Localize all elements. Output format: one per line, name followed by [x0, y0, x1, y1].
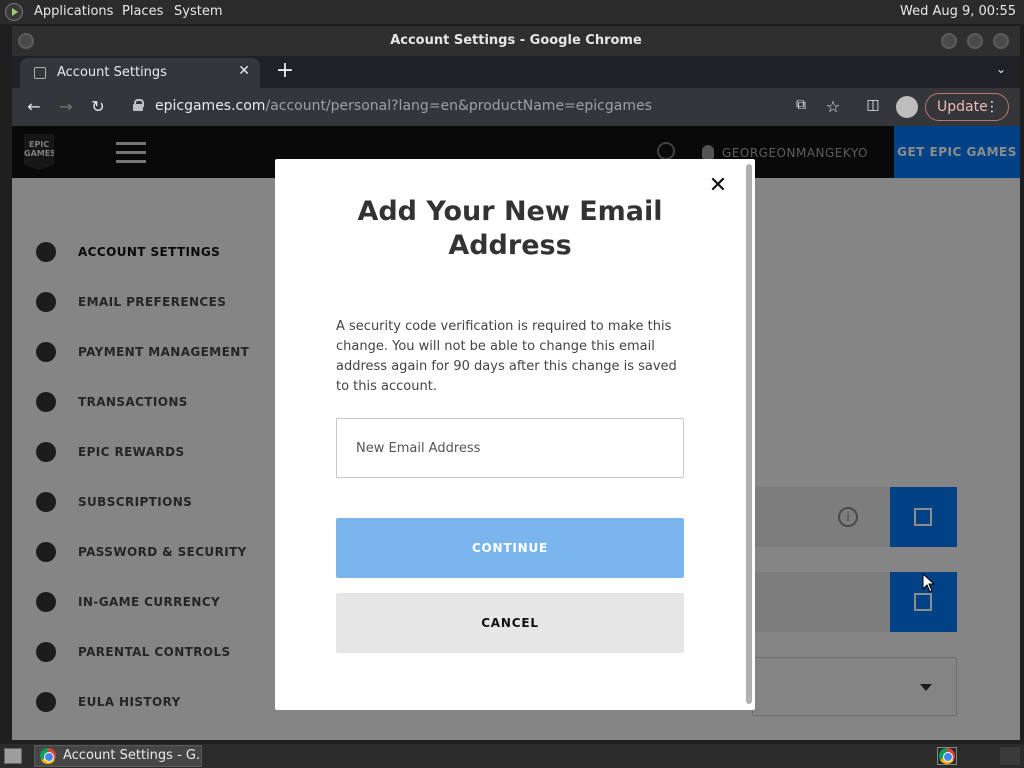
browser-toolbar: ← → ↻ epicgames.com/account/personal?lan…: [12, 88, 1020, 126]
taskbar-item-label: Account Settings - G...: [63, 748, 202, 763]
url-path: /account/personal?lang=en&productName=ep…: [265, 98, 652, 114]
chrome-icon: [40, 748, 56, 764]
close-icon[interactable]: ✕: [708, 175, 728, 197]
reload-icon[interactable]: ↻: [88, 97, 108, 116]
new-email-input[interactable]: [336, 418, 684, 478]
taskbar: Account Settings - G...: [0, 744, 1024, 768]
modal-scrollbar[interactable]: [746, 164, 752, 704]
forward-arrow-icon[interactable]: →: [56, 97, 76, 116]
close-window-button[interactable]: [993, 33, 1009, 49]
new-tab-button[interactable]: +: [272, 58, 298, 84]
add-email-modal: ✕ Add Your New Email Address A security …: [275, 159, 755, 710]
tab-strip: Account Settings ✕ + ⌄: [12, 56, 1020, 88]
profile-avatar-icon[interactable]: [896, 96, 918, 118]
chrome-menu-icon[interactable]: ⋮: [985, 94, 999, 120]
tab-title: Account Settings: [57, 65, 167, 80]
gnome-foot-icon[interactable]: [5, 3, 23, 21]
panel-clock[interactable]: Wed Aug 9, 00:55: [900, 4, 1016, 19]
tray-chrome-icon[interactable]: [937, 747, 957, 765]
system-menu[interactable]: System: [174, 4, 222, 19]
window-menu-icon[interactable]: [18, 33, 34, 49]
show-desktop-icon[interactable]: [4, 748, 22, 764]
workspace-switcher[interactable]: [1000, 747, 1020, 765]
maximize-button[interactable]: [967, 33, 983, 49]
tab-search-chevron-icon[interactable]: ⌄: [996, 62, 1006, 76]
tab-close-icon[interactable]: ✕: [238, 63, 250, 79]
update-label: Update: [937, 99, 988, 115]
url-domain: epicgames.com: [155, 98, 266, 114]
window-title: Account Settings - Google Chrome: [390, 33, 642, 48]
web-page: EPIC GAMES GEORGEONMANGEKYO GET EPIC GAM…: [12, 126, 1020, 740]
side-panel-icon[interactable]: ◫: [863, 97, 883, 113]
places-menu[interactable]: Places: [122, 4, 163, 19]
browser-window: Account Settings - Google Chrome Account…: [12, 26, 1020, 740]
bookmark-star-icon[interactable]: ☆: [823, 97, 843, 116]
favicon-icon: [34, 67, 46, 79]
share-icon[interactable]: ⧉: [791, 97, 811, 113]
continue-button[interactable]: CONTINUE: [336, 518, 684, 578]
address-bar[interactable]: epicgames.com/account/personal?lang=en&p…: [155, 98, 652, 114]
modal-title: Add Your New Email Address: [357, 196, 663, 261]
tab-account-settings[interactable]: Account Settings ✕: [20, 58, 260, 88]
modal-description: A security code verification is required…: [336, 319, 677, 394]
back-arrow-icon[interactable]: ←: [24, 97, 44, 116]
update-button[interactable]: Update ⋮: [925, 93, 1009, 121]
lock-icon[interactable]: [133, 99, 144, 111]
applications-menu[interactable]: Applications: [34, 4, 113, 19]
cancel-button[interactable]: CANCEL: [336, 593, 684, 653]
top-panel: Applications Places System Wed Aug 9, 00…: [0, 0, 1024, 24]
chrome-icon: [939, 748, 955, 764]
minimize-button[interactable]: [941, 33, 957, 49]
window-titlebar[interactable]: Account Settings - Google Chrome: [12, 26, 1020, 56]
taskbar-item-chrome[interactable]: Account Settings - G...: [34, 745, 202, 767]
